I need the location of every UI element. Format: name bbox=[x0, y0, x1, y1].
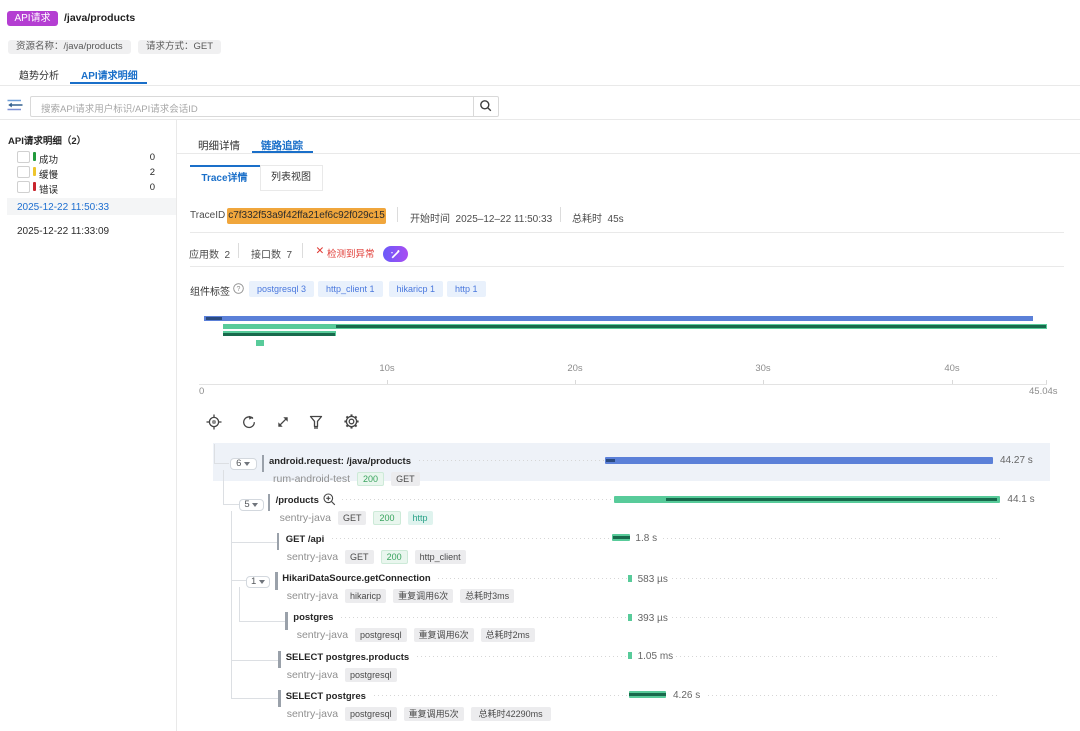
svg-text:?: ? bbox=[236, 286, 240, 293]
